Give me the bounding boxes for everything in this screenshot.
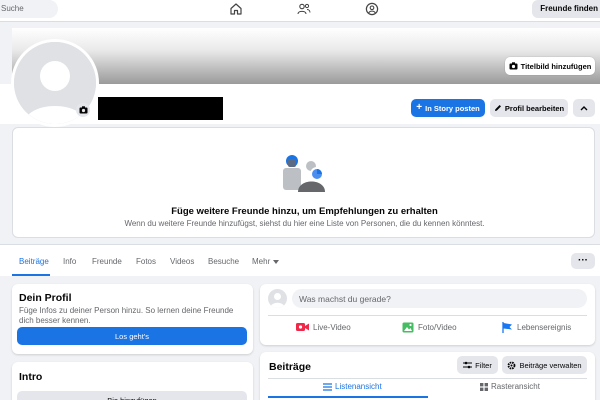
profile-tabs: Beiträge Info Freunde Fotos Videos Besuc… [0,244,600,276]
camera-icon [79,106,88,114]
life-event-button[interactable]: Lebensereignis [502,322,571,333]
friend-suggestions-card: Füge weitere Freunde hinzu, um Empfehlun… [12,127,595,238]
more-dots-icon: ··· [578,255,588,266]
add-to-story-button[interactable]: + In Story posten [411,99,485,117]
camera-icon [509,62,518,70]
dein-profil-card: Dein Profil Füge Infos zu deiner Person … [12,284,253,354]
tab-videos[interactable]: Videos [170,257,194,266]
groups-icon[interactable] [365,2,379,16]
list-icon [323,382,332,391]
manage-posts-label: Beiträge verwalten [519,360,582,370]
tab-freunde[interactable]: Freunde [92,257,122,266]
intro-card: Intro Bio hinzufügen [12,362,253,400]
profile-more-button[interactable] [573,99,595,117]
post-composer: Was machst du gerade? Live-Video Foto/Vi… [260,284,595,345]
people-illustration [283,155,325,192]
flag-icon [502,322,513,333]
tabs-more-options-button[interactable]: ··· [571,253,595,269]
add-cover-photo-label: Titelbild hinzufügen [520,61,592,71]
plus-icon: + [416,102,423,113]
manage-posts-button[interactable]: Beiträge verwalten [502,356,587,374]
posts-title: Beiträge [269,361,312,373]
find-friends-button[interactable]: Freunde finden [532,0,600,18]
filter-button[interactable]: Filter [457,356,498,374]
active-tab-indicator [12,274,50,276]
posts-card: Beiträge Filter Beiträge verwalten Liste… [260,352,595,400]
pencil-icon [494,104,502,112]
suggestions-description: Wenn du weitere Freunde hinzufügst, sieh… [124,219,485,228]
tab-mehr[interactable]: Mehr [252,257,280,266]
home-icon[interactable] [229,2,243,16]
tab-beitraege[interactable]: Beiträge [19,257,49,266]
gear-icon [507,361,516,370]
add-cover-photo-button[interactable]: Titelbild hinzufügen [505,57,595,75]
intro-title: Intro [19,371,43,383]
grid-view-label: Rasteransicht [491,382,540,391]
live-video-label: Live-Video [313,322,351,332]
cover-photo [12,28,600,84]
live-video-icon [296,322,309,332]
redacted-profile-name [98,97,223,120]
status-input[interactable]: Was machst du gerade? [292,289,587,308]
sliders-icon [463,361,473,369]
tab-fotos[interactable]: Fotos [136,257,156,266]
grid-icon [480,382,488,391]
life-event-label: Lebensereignis [517,323,572,332]
update-profile-photo-button[interactable] [76,103,90,117]
tab-besuche[interactable]: Besuche [208,257,239,266]
friends-icon[interactable] [297,2,311,16]
caret-down-icon [273,259,280,264]
suggestions-title: Füge weitere Freunde hinzu, um Empfehlun… [171,206,438,217]
photo-video-button[interactable]: Foto/Video [402,322,457,333]
grid-view-tab[interactable]: Rasteransicht [480,382,540,391]
add-to-story-label: In Story posten [425,103,480,113]
filter-label: Filter [475,360,492,370]
search-input[interactable]: Suche [0,0,58,18]
dein-profil-title: Dein Profil [19,292,72,304]
active-view-indicator [268,396,428,398]
composer-divider [268,315,587,316]
list-view-label: Listenansicht [335,382,382,391]
photo-icon [402,322,414,333]
dein-profil-text: Füge Infos zu deiner Person hinzu. So le… [19,306,234,325]
edit-profile-button[interactable]: Profil bearbeiten [490,99,568,117]
posts-divider [268,378,587,379]
top-navigation: Suche Freunde finden [0,0,600,22]
chevron-up-icon [580,105,588,111]
list-view-tab[interactable]: Listenansicht [323,382,382,391]
add-bio-button[interactable]: Bio hinzufügen [17,391,247,400]
get-started-button[interactable]: Los geht's [17,327,247,345]
avatar [268,289,287,308]
live-video-button[interactable]: Live-Video [296,322,351,332]
photo-video-label: Foto/Video [418,323,457,332]
tab-info[interactable]: Info [63,257,76,266]
tab-mehr-label: Mehr [252,257,271,266]
edit-profile-label: Profil bearbeiten [504,103,565,113]
